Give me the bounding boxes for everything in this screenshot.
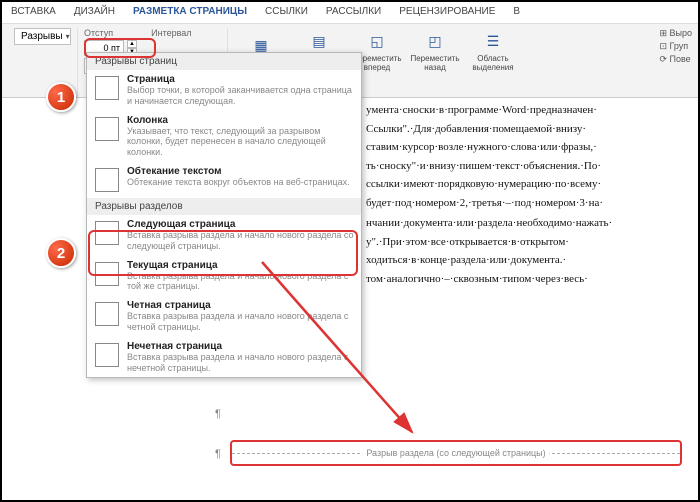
breaks-button[interactable]: Разрывы: [14, 28, 71, 45]
pilcrow-icon: ¶: [215, 448, 221, 460]
even-page-icon: [93, 300, 121, 328]
indent-label: Отступ: [84, 28, 113, 38]
breaks-dropdown: Разрывы страниц СтраницаВыбор точки, в к…: [86, 52, 362, 378]
align-commands: ⊞ Выро ⊡ Груп ⟳ Пове: [659, 28, 692, 67]
tab-design[interactable]: ДИЗАЙН: [65, 2, 124, 23]
callout-2: 2: [46, 238, 76, 268]
next-page-icon: [93, 219, 121, 247]
pilcrow-icon: ¶: [215, 408, 221, 420]
selection-pane-button[interactable]: ☰Область выделения: [466, 28, 520, 72]
text-wrap-icon: [93, 166, 121, 194]
dd-item-column[interactable]: КолонкаУказывает, что текст, следующий з…: [87, 111, 361, 162]
ribbon-tabs: ВСТАВКА ДИЗАЙН РАЗМЕТКА СТРАНИЦЫ ССЫЛКИ …: [2, 2, 698, 24]
dd-header-section-breaks: Разрывы разделов: [87, 198, 361, 215]
dd-header-page-breaks: Разрывы страниц: [87, 53, 361, 70]
tab-review[interactable]: РЕЦЕНЗИРОВАНИЕ: [390, 2, 504, 23]
column-break-icon: [93, 115, 121, 143]
tab-view[interactable]: В: [504, 2, 529, 23]
tab-page-layout[interactable]: РАЗМЕТКА СТРАНИЦЫ: [124, 2, 256, 23]
send-backward-button[interactable]: ◰Переместить назад: [408, 28, 462, 72]
spacing-label: Интервал: [151, 28, 191, 38]
tab-references[interactable]: ССЫЛКИ: [256, 2, 317, 23]
dd-item-next-page[interactable]: Следующая страницаВставка разрыва раздел…: [87, 215, 361, 256]
rotate-button[interactable]: ⟳ Пове: [659, 54, 692, 65]
section-break-marker: Разрыв раздела (со следующей страницы): [230, 440, 682, 466]
align-button[interactable]: ⊞ Выро: [659, 28, 692, 39]
dd-item-page[interactable]: СтраницаВыбор точки, в которой заканчива…: [87, 70, 361, 111]
dd-item-textwrap[interactable]: Обтекание текстомОбтекание текста вокруг…: [87, 162, 361, 198]
dd-item-odd-page[interactable]: Нечетная страницаВставка разрыва раздела…: [87, 337, 361, 378]
tab-insert[interactable]: ВСТАВКА: [2, 2, 65, 23]
odd-page-icon: [93, 341, 121, 369]
callout-1: 1: [46, 82, 76, 112]
page-break-icon: [93, 74, 121, 102]
dd-item-even-page[interactable]: Четная страницаВставка разрыва раздела и…: [87, 296, 361, 337]
dd-item-continuous[interactable]: Текущая страницаВставка разрыва раздела …: [87, 256, 361, 297]
continuous-icon: [93, 260, 121, 288]
group-button[interactable]: ⊡ Груп: [659, 41, 692, 52]
tab-mailings[interactable]: РАССЫЛКИ: [317, 2, 390, 23]
